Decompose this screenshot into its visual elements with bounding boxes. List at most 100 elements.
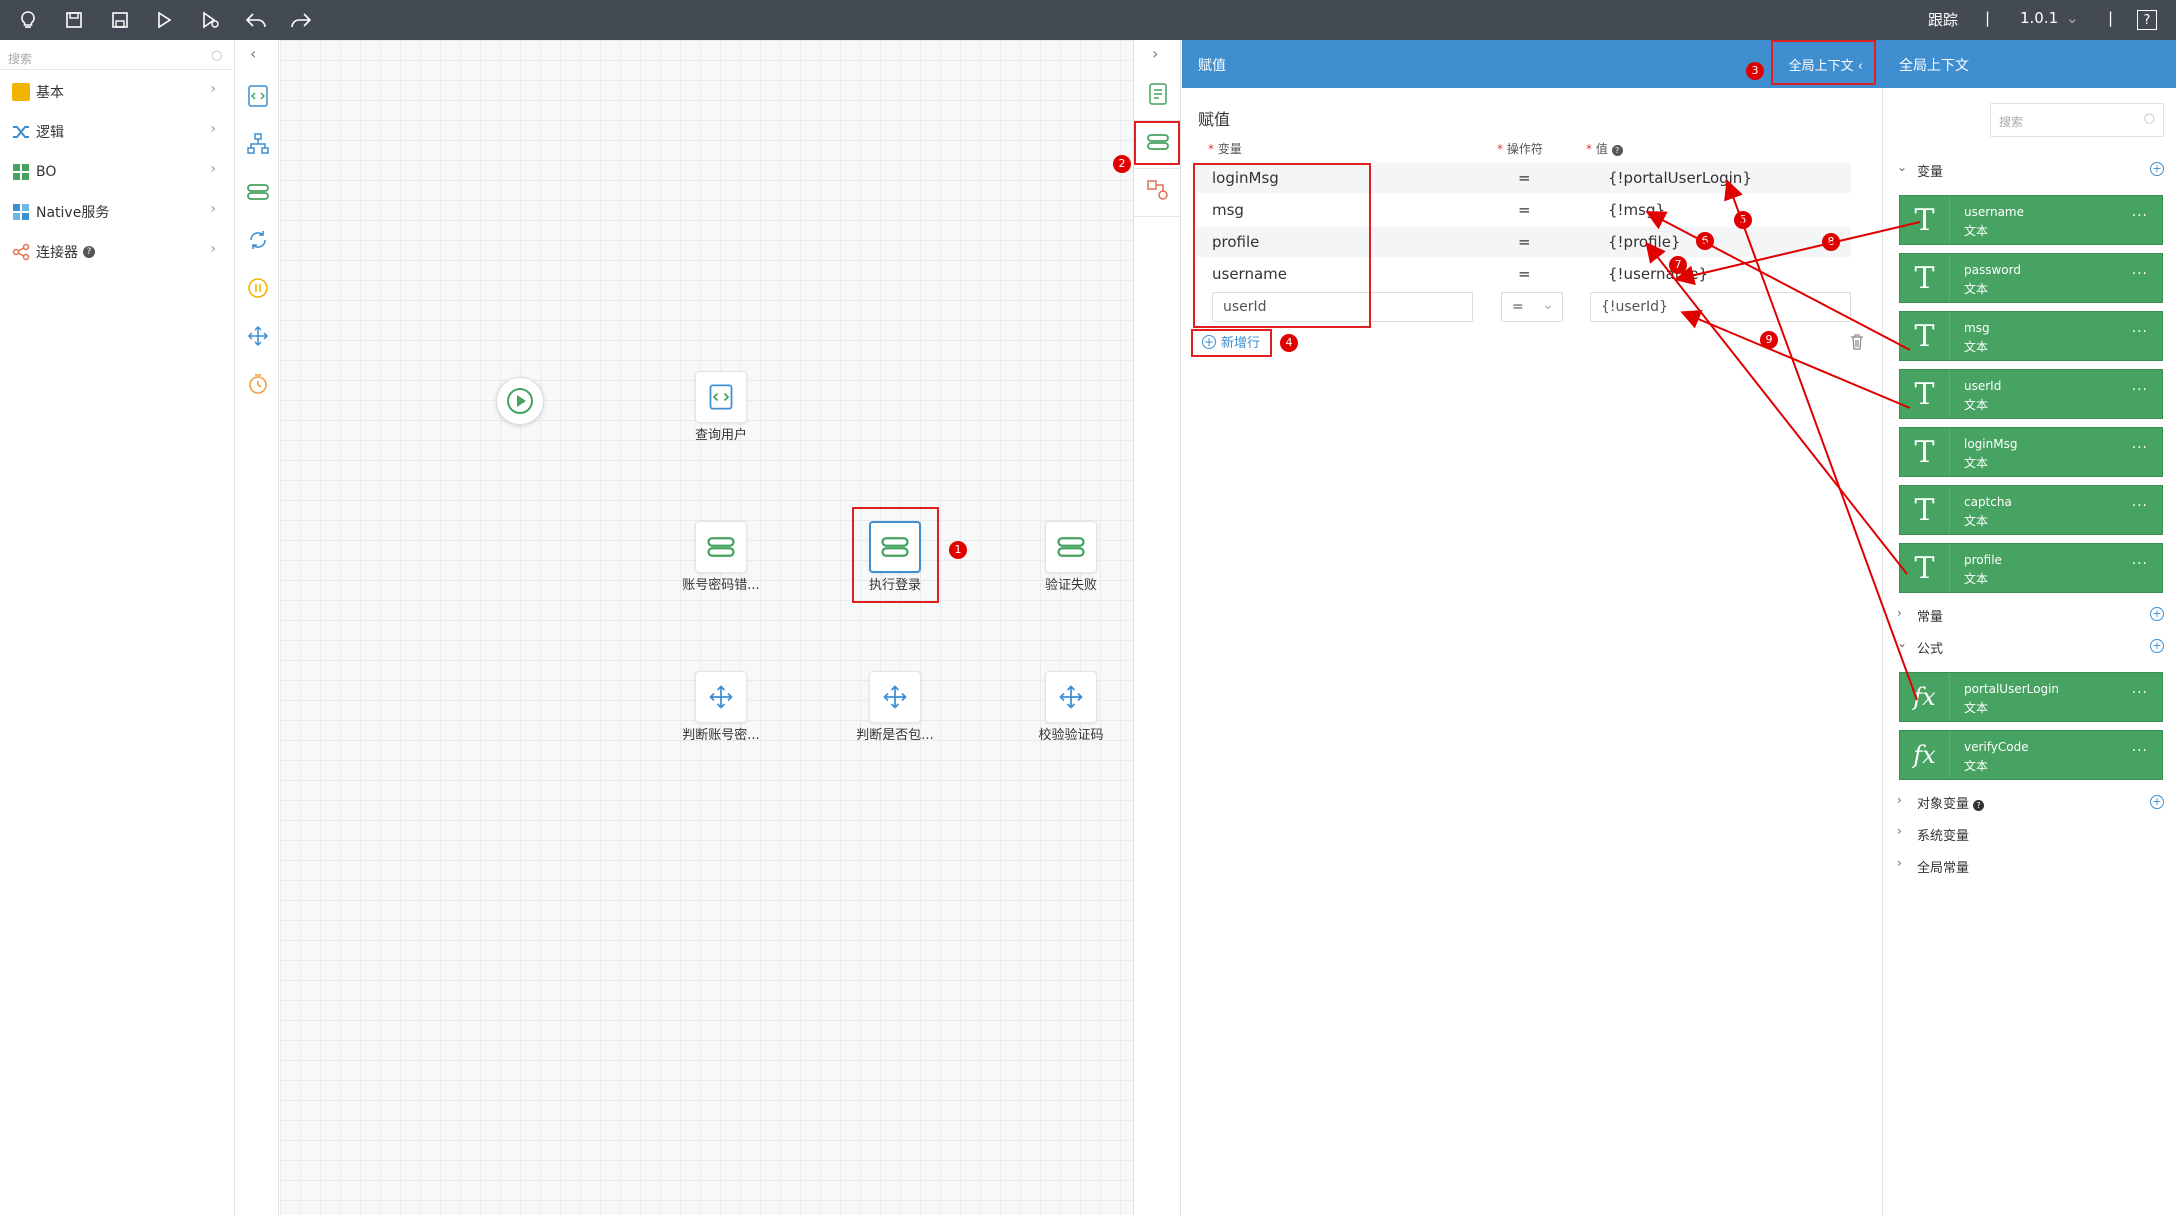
flow-node-verify-code[interactable] bbox=[1045, 671, 1097, 723]
chevron-right-icon[interactable]: › bbox=[1897, 793, 1902, 807]
help-icon[interactable]: ? bbox=[2137, 10, 2157, 30]
save-as-icon[interactable] bbox=[107, 7, 133, 33]
version-select[interactable]: 1.0.1 bbox=[2020, 9, 2058, 27]
add-formula-icon[interactable]: + bbox=[2150, 639, 2164, 653]
category-connector[interactable]: 连接器 ? › bbox=[12, 236, 224, 268]
decision-icon bbox=[883, 685, 907, 709]
chevron-right-icon[interactable]: › bbox=[1897, 606, 1902, 620]
column-header-value: * 值 ? bbox=[1586, 140, 1623, 157]
collapse-left-icon[interactable]: ‹ bbox=[250, 44, 256, 63]
more-icon: ··· bbox=[2131, 556, 2148, 572]
timer-tool-icon[interactable] bbox=[246, 372, 270, 396]
add-variable-icon[interactable]: + bbox=[2150, 162, 2164, 176]
run-icon[interactable] bbox=[151, 7, 177, 33]
constants-section-label[interactable]: 常量 bbox=[1917, 606, 1943, 625]
undo-icon[interactable] bbox=[243, 7, 269, 33]
chevron-right-icon: › bbox=[210, 161, 216, 177]
help-icon: ? bbox=[1973, 800, 1985, 811]
category-basic[interactable]: 基本 › bbox=[12, 76, 224, 108]
help-icon[interactable]: ? bbox=[83, 246, 95, 258]
assign-panel-title: 赋值 bbox=[1198, 58, 1226, 74]
column-header-operator: * 操作符 bbox=[1497, 142, 1543, 156]
formula-card-verifycode[interactable]: fx verifyCode 文本 ··· bbox=[1899, 730, 2163, 780]
trace-button[interactable]: 跟踪 bbox=[1928, 9, 1958, 30]
chevron-down-icon[interactable]: ⌄ bbox=[1897, 636, 1907, 650]
object-vars-section-label[interactable]: 对象变量 ? bbox=[1917, 793, 1985, 812]
flow-canvas[interactable]: 查询用户 账号密码错... 执行登录 验证失败 判断账号密... 判断是否包..… bbox=[280, 40, 1133, 1215]
variable-card-username[interactable]: Tusername 文本 ··· bbox=[1899, 195, 2163, 245]
library-search[interactable]: 搜索 ○ bbox=[0, 44, 233, 70]
annotation-badge: 4 bbox=[1280, 334, 1298, 352]
top-toolbar: 跟踪 | 1.0.1 ⌄ | ? bbox=[0, 0, 2176, 40]
variables-section-label[interactable]: 变量 bbox=[1917, 161, 1943, 180]
global-context-panel: 全局上下文 搜索 ○ ⌄ 变量 + Tusername 文本 ··· Tpasswo… bbox=[1883, 40, 2176, 1215]
formulas-section-label[interactable]: 公式 bbox=[1917, 638, 1943, 657]
debug-run-icon[interactable] bbox=[197, 7, 223, 33]
text-type-icon: T bbox=[1900, 254, 1950, 302]
mapping-tab-icon[interactable] bbox=[1146, 178, 1170, 202]
native-service-icon bbox=[12, 203, 30, 221]
category-bo[interactable]: BO › bbox=[12, 156, 224, 188]
system-vars-section-label[interactable]: 系统变量 bbox=[1917, 825, 1969, 844]
formula-card-portaluserlogin[interactable]: fx portalUserLogin 文本 ··· bbox=[1899, 672, 2163, 722]
variable-card-profile[interactable]: Tprofile 文本 ··· bbox=[1899, 543, 2163, 593]
variable-card-password[interactable]: Tpassword 文本 ··· bbox=[1899, 253, 2163, 303]
variable-card-msg[interactable]: Tmsg 文本 ··· bbox=[1899, 311, 2163, 361]
more-icon: ··· bbox=[2131, 440, 2148, 456]
row-operator: = bbox=[1518, 265, 1531, 283]
global-constants-section-label[interactable]: 全局常量 bbox=[1917, 857, 1969, 876]
variable-card-userid[interactable]: TuserId 文本 ··· bbox=[1899, 369, 2163, 419]
properties-tab-icon[interactable] bbox=[1146, 82, 1170, 106]
annotation-badge: 5 bbox=[1734, 211, 1752, 229]
collapse-right-icon[interactable]: › bbox=[1152, 44, 1158, 63]
annotation-badge: 8 bbox=[1822, 233, 1840, 251]
node-label: 验证失败 bbox=[1044, 578, 1097, 593]
chevron-down-icon[interactable]: ⌄ bbox=[1897, 160, 1907, 174]
annotation-box-variables bbox=[1193, 163, 1371, 328]
tree-tool-icon[interactable] bbox=[246, 132, 270, 156]
toolbar-separator: | bbox=[1985, 9, 1991, 27]
add-object-var-icon[interactable]: + bbox=[2150, 795, 2164, 809]
more-icon: ··· bbox=[2131, 743, 2148, 759]
category-native-service[interactable]: Native服务 › bbox=[12, 196, 224, 228]
chevron-down-icon[interactable]: ⌄ bbox=[2066, 9, 2079, 27]
loop-tool-icon[interactable] bbox=[246, 228, 270, 252]
row-value: {!profile} bbox=[1608, 233, 1681, 251]
variable-card-loginmsg[interactable]: TloginMsg 文本 ··· bbox=[1899, 427, 2163, 477]
flow-node-account-error[interactable] bbox=[695, 521, 747, 573]
more-icon: ··· bbox=[2131, 685, 2148, 701]
flow-node-query-user[interactable] bbox=[695, 371, 747, 423]
operator-select[interactable]: = ⌄ bbox=[1501, 292, 1563, 322]
flow-node-check-account[interactable] bbox=[695, 671, 747, 723]
trash-icon[interactable] bbox=[1850, 334, 1864, 354]
redo-icon[interactable] bbox=[288, 7, 314, 33]
library-search-input[interactable]: 搜索 bbox=[8, 50, 32, 67]
context-search-input[interactable]: 搜索 ○ bbox=[1990, 103, 2164, 137]
bulb-icon[interactable] bbox=[15, 7, 41, 33]
category-label: 基本 bbox=[36, 85, 64, 101]
save-icon[interactable] bbox=[61, 7, 87, 33]
chevron-right-icon[interactable]: › bbox=[1897, 824, 1902, 838]
pause-tool-icon[interactable] bbox=[246, 276, 270, 300]
script-tool-icon[interactable] bbox=[246, 84, 270, 108]
bo-icon bbox=[12, 163, 30, 181]
variable-card-captcha[interactable]: Tcaptcha 文本 ··· bbox=[1899, 485, 2163, 535]
annotation-badge: 9 bbox=[1760, 331, 1778, 349]
flow-node-verify-failed[interactable] bbox=[1045, 521, 1097, 573]
start-node[interactable] bbox=[496, 377, 544, 425]
context-panel-header: 全局上下文 bbox=[1883, 40, 2176, 88]
value-input[interactable]: {!userId} bbox=[1590, 292, 1851, 322]
column-header-variable: * 变量 bbox=[1208, 142, 1242, 156]
more-icon: ··· bbox=[2131, 498, 2148, 514]
more-icon: ··· bbox=[2131, 266, 2148, 282]
chevron-right-icon[interactable]: › bbox=[1897, 856, 1902, 870]
annotation-badge: 2 bbox=[1113, 155, 1131, 173]
tool-strip: ‹ bbox=[236, 40, 279, 1215]
decision-tool-icon[interactable] bbox=[246, 324, 270, 348]
category-label: BO bbox=[36, 164, 57, 180]
assign-tool-icon[interactable] bbox=[246, 180, 270, 204]
flow-node-check-contains[interactable] bbox=[869, 671, 921, 723]
formula-type-icon: fx bbox=[1900, 731, 1950, 779]
category-logic[interactable]: 逻辑 › bbox=[12, 116, 224, 148]
add-constant-icon[interactable]: + bbox=[2150, 607, 2164, 621]
